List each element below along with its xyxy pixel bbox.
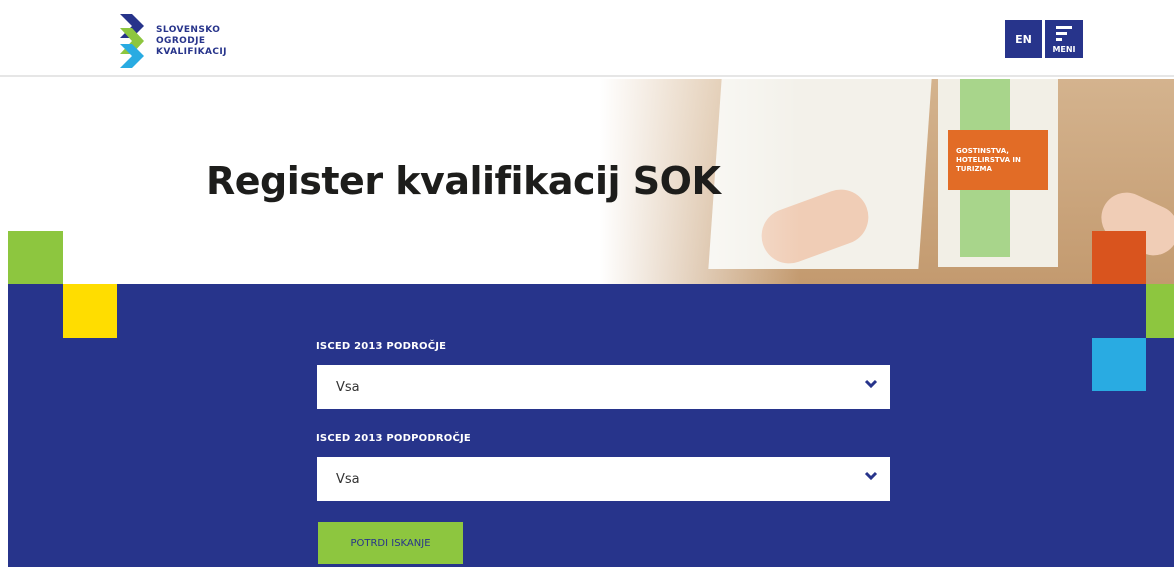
chevron-down-icon xyxy=(864,471,878,481)
search-panel xyxy=(8,284,1174,567)
logo-text: SLOVENSKO OGRODJE KVALIFIKACIJ xyxy=(156,25,227,58)
hamburger-icon xyxy=(1056,26,1072,44)
page-title: Register kvalifikacij SOK xyxy=(206,159,721,203)
menu-button[interactable]: MENI xyxy=(1045,20,1083,58)
decor-square-blue xyxy=(1092,338,1146,391)
language-en-button[interactable]: EN xyxy=(1005,20,1042,58)
decor-square-yellow xyxy=(63,284,117,338)
decor-square-orange xyxy=(1092,231,1146,284)
logo-line-1: SLOVENSKO xyxy=(156,24,221,35)
isced-subfield-select[interactable]: Vsa xyxy=(317,457,890,501)
chevron-down-icon xyxy=(864,379,878,389)
booklet-text: GOSTINSTVA, HOTELIRSTVA IN TURIZMA xyxy=(956,147,1021,173)
site-logo[interactable]: SLOVENSKO OGRODJE KVALIFIKACIJ xyxy=(118,14,227,68)
site-header: SLOVENSKO OGRODJE KVALIFIKACIJ EN MENI xyxy=(0,0,1174,77)
logo-line-3: KVALIFIKACIJ xyxy=(156,46,227,57)
isced-field-label: ISCED 2013 PODROČJE xyxy=(316,341,447,352)
logo-line-2: OGRODJE xyxy=(156,35,206,46)
submit-search-button[interactable]: POTRDI ISKANJE xyxy=(318,522,463,564)
decor-square-green xyxy=(8,231,63,284)
sok-chevrons-logo-icon xyxy=(120,14,144,68)
isced-subfield-label: ISCED 2013 PODPODROČJE xyxy=(316,433,471,444)
isced-subfield-value: Vsa xyxy=(336,471,360,487)
isced-field-value: Vsa xyxy=(336,379,360,395)
isced-field-select[interactable]: Vsa xyxy=(317,365,890,409)
menu-button-label: MENI xyxy=(1052,45,1076,54)
hero-photo-booklet: GOSTINSTVA, HOTELIRSTVA IN TURIZMA xyxy=(938,79,1058,267)
decor-square-green-right xyxy=(1146,284,1174,338)
